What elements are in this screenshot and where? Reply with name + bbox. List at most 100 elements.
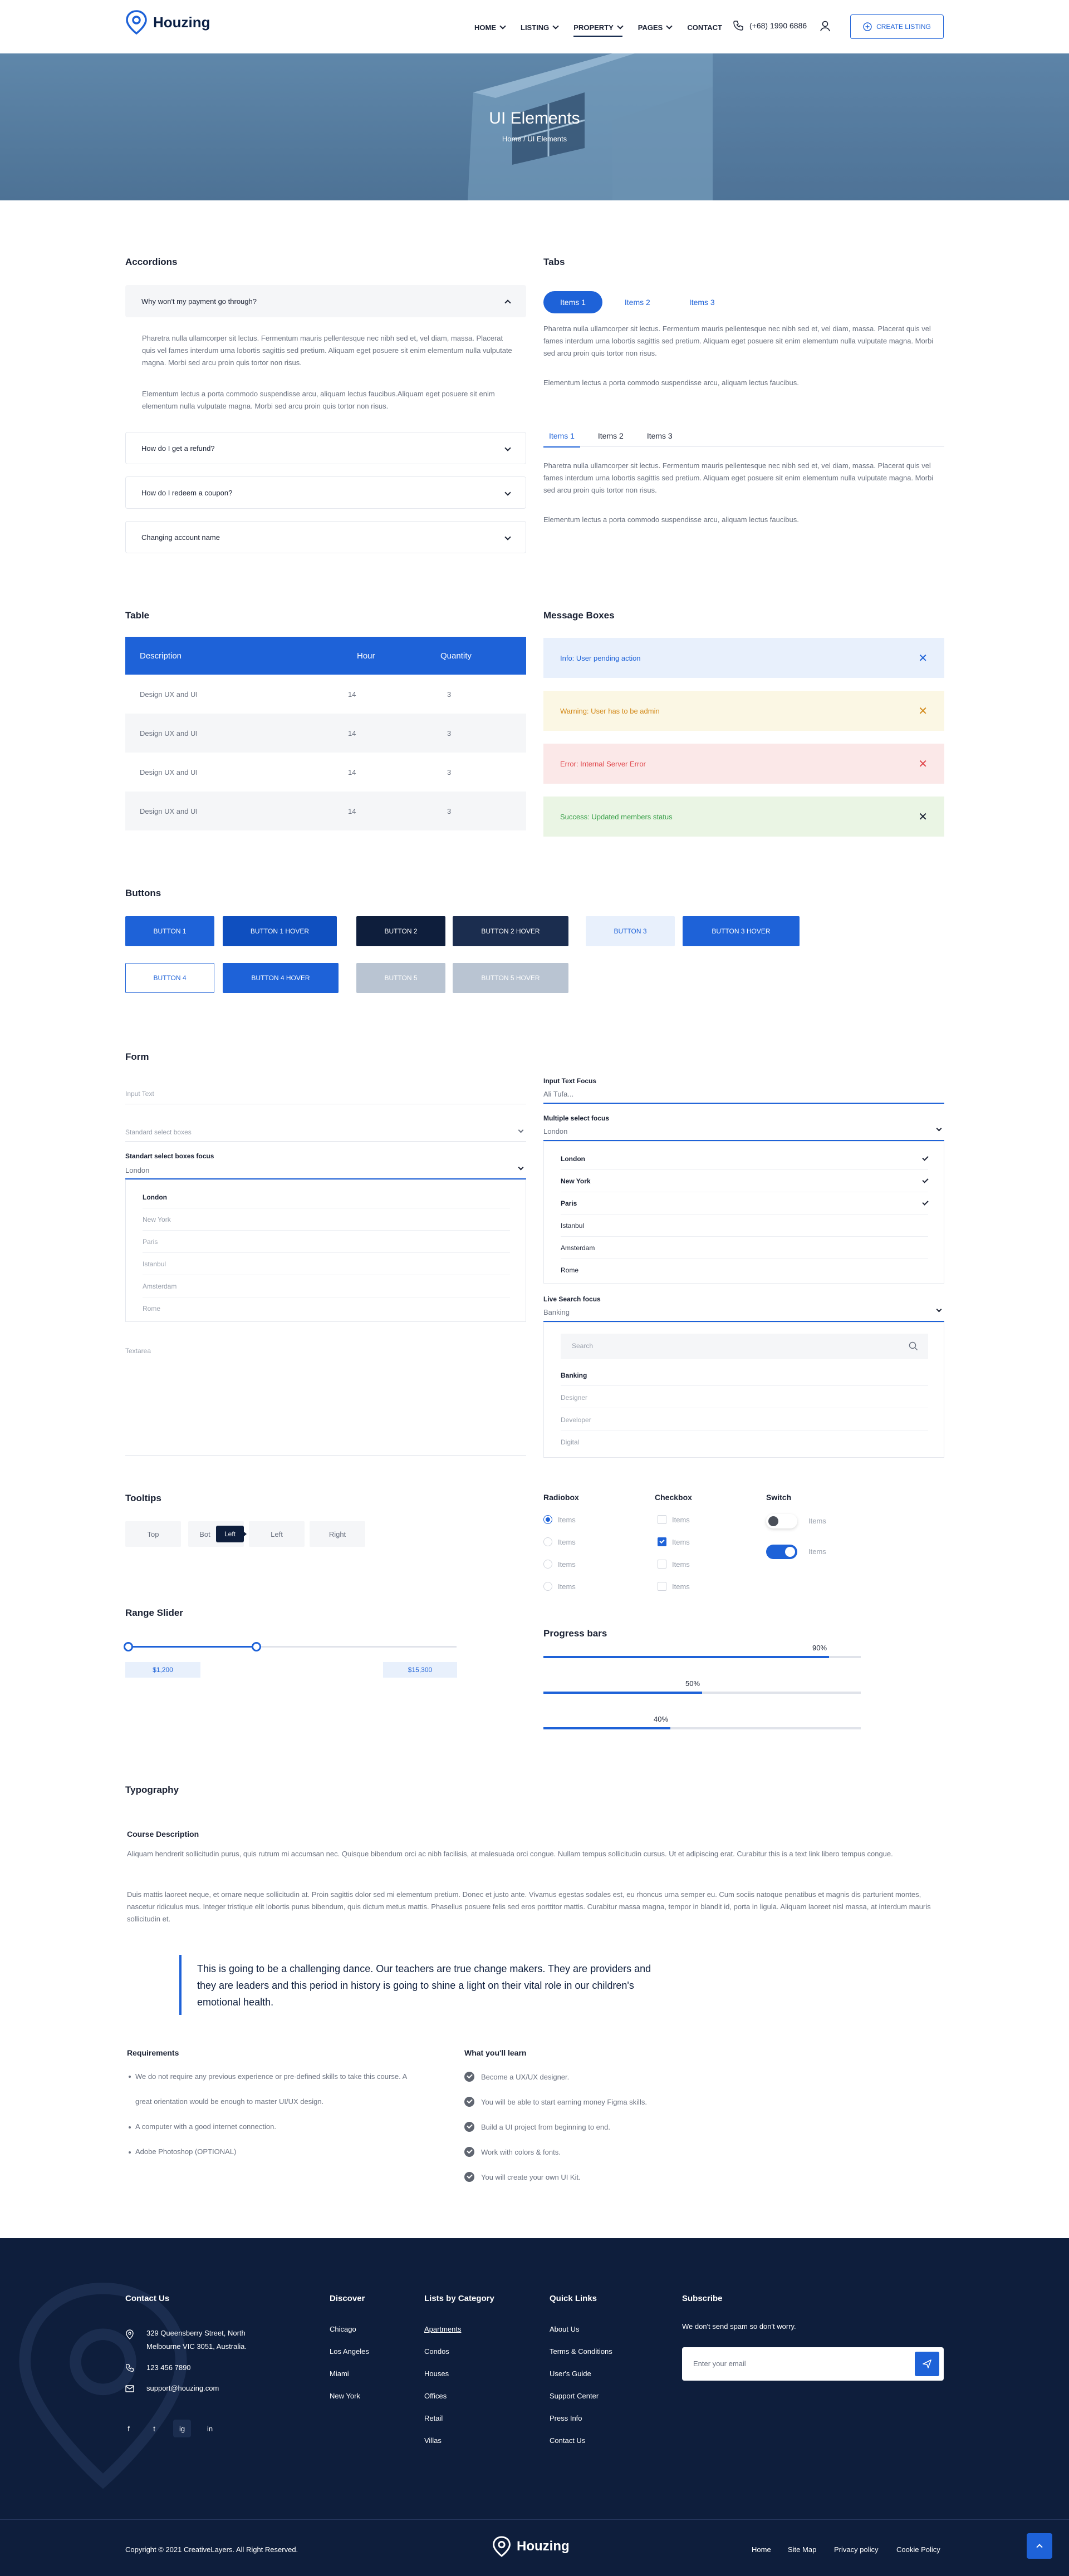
range-track[interactable] [124,1642,457,1651]
dropdown-option[interactable]: Rome [561,1266,578,1274]
footer-quick-link[interactable]: Support Center [550,2392,599,2400]
footer-bottom-link[interactable]: Home [752,2545,771,2554]
nav-pages[interactable]: PAGES [638,21,673,33]
footer-email[interactable]: support@houzing.com [146,2384,219,2392]
button-2[interactable]: BUTTON 2 [356,916,445,946]
radio-button[interactable] [543,1582,552,1591]
header-phone[interactable]: (+68) 1990 6886 [733,20,807,31]
footer-discover-link[interactable]: New York [330,2392,360,2400]
footer-category-link[interactable]: Villas [424,2436,442,2445]
back-to-top-button[interactable] [1027,2533,1052,2559]
logo[interactable]: Houzing [125,10,210,35]
subscribe-send-button[interactable] [915,2352,939,2376]
dropdown-option[interactable]: Istanbul [143,1260,166,1268]
tooltip-right-button[interactable]: Right [310,1521,365,1547]
close-icon[interactable]: ✕ [918,810,928,824]
nav-home[interactable]: HOME [474,21,506,33]
close-icon[interactable]: ✕ [918,757,928,771]
close-icon[interactable]: ✕ [918,704,928,718]
dropdown-option[interactable]: Banking [561,1371,587,1379]
live-search-input[interactable]: Search [561,1334,928,1359]
dropdown-option[interactable]: Amsterdam [143,1282,176,1290]
switch-on[interactable] [766,1545,797,1559]
footer-quick-link[interactable]: Terms & Conditions [550,2347,612,2356]
subscribe-email-input[interactable]: Enter your email [682,2347,944,2381]
tooltip-top-button[interactable]: Top [125,1521,181,1547]
line-tab-3[interactable]: Items 3 [641,425,678,447]
switch-off[interactable] [766,1514,797,1528]
footer-phone[interactable]: 123 456 7890 [146,2363,191,2372]
button-3-hover[interactable]: BUTTON 3 HOVER [683,916,800,946]
close-icon[interactable]: ✕ [918,651,928,665]
input-focus-field[interactable] [543,1103,944,1104]
dropdown-option[interactable]: Digital [561,1438,579,1446]
footer-bottom-link[interactable]: Privacy policy [834,2545,878,2554]
footer-quick-link[interactable]: About Us [550,2325,579,2333]
user-icon[interactable] [820,20,831,32]
facebook-icon[interactable]: f [120,2420,138,2437]
linkedin-icon[interactable]: in [201,2420,219,2437]
footer-discover-link[interactable]: Miami [330,2369,349,2378]
textarea-field[interactable] [125,1455,526,1456]
radio-button[interactable] [543,1560,552,1569]
range-handle-min[interactable] [124,1642,133,1651]
dropdown-option[interactable]: Paris [561,1199,577,1207]
dropdown-option[interactable]: New York [561,1177,591,1185]
checkbox[interactable] [658,1582,666,1591]
dropdown-option[interactable]: Designer [561,1394,587,1402]
accordion-item-4[interactable]: Changing account name [125,521,526,553]
create-listing-button[interactable]: CREATE LISTING [850,14,944,39]
footer-category-link[interactable]: Houses [424,2369,449,2378]
breadcrumb[interactable]: Home / UI Elements [0,135,1069,143]
radio-button[interactable] [543,1515,552,1524]
footer-category-link[interactable]: Apartments [424,2325,461,2333]
line-tab-1[interactable]: Items 1 [543,425,580,448]
footer-bottom-link[interactable]: Site Map [788,2545,816,2554]
pill-tab-2[interactable]: Items 2 [608,291,667,313]
footer-bottom-link[interactable]: Cookie Policy [896,2545,940,2554]
range-handle-max[interactable] [252,1642,262,1651]
accordion-item-3[interactable]: How do I redeem a coupon? [125,476,526,509]
instagram-icon[interactable]: ig [173,2420,191,2437]
pill-tab-1[interactable]: Items 1 [543,291,602,313]
tooltip-left-button[interactable]: Left [249,1521,305,1547]
dropdown-option[interactable]: Amsterdam [561,1244,595,1252]
standard-select-field[interactable] [125,1141,526,1142]
nav-listing[interactable]: LISTING [521,21,559,33]
dropdown-option[interactable]: Rome [143,1305,160,1312]
footer-quick-link[interactable]: Contact Us [550,2436,585,2445]
button-4-hover[interactable]: BUTTON 4 HOVER [223,963,339,993]
footer-category-link[interactable]: Offices [424,2392,447,2400]
twitter-icon[interactable]: t [145,2420,163,2437]
button-5[interactable]: BUTTON 5 [356,963,445,993]
dropdown-option[interactable]: New York [143,1216,171,1223]
button-1-hover[interactable]: BUTTON 1 HOVER [223,916,337,946]
checkbox[interactable] [658,1560,666,1569]
footer-discover-link[interactable]: Los Angeles [330,2347,369,2356]
dropdown-option[interactable]: London [561,1155,585,1163]
dropdown-option[interactable]: Developer [561,1416,591,1424]
line-tab-2[interactable]: Items 2 [592,425,629,447]
button-1[interactable]: BUTTON 1 [125,916,214,946]
nav-property[interactable]: PROPERTY [573,21,624,37]
radio-button[interactable] [543,1537,552,1546]
dropdown-option[interactable]: London [143,1193,167,1201]
footer-category-link[interactable]: Condos [424,2347,449,2356]
nav-contact[interactable]: CONTACT [687,21,722,33]
footer-logo[interactable]: Houzing [492,2536,570,2557]
footer-category-link[interactable]: Retail [424,2414,443,2422]
accordion-item-1[interactable]: Why won't my payment go through? [125,285,526,317]
checkbox[interactable] [658,1515,666,1524]
accordion-item-2[interactable]: How do I get a refund? [125,432,526,464]
checkbox-checked[interactable] [658,1537,666,1546]
button-3[interactable]: BUTTON 3 [586,916,675,946]
pill-tab-3[interactable]: Items 3 [673,291,732,313]
dropdown-option[interactable]: Istanbul [561,1222,584,1230]
button-5-hover[interactable]: BUTTON 5 HOVER [453,963,568,993]
button-2-hover[interactable]: BUTTON 2 HOVER [453,916,568,946]
dropdown-option[interactable]: Paris [143,1238,158,1246]
footer-quick-link[interactable]: Press Info [550,2414,582,2422]
button-4[interactable]: BUTTON 4 [125,963,214,993]
footer-quick-link[interactable]: User's Guide [550,2369,591,2378]
footer-discover-link[interactable]: Chicago [330,2325,356,2333]
